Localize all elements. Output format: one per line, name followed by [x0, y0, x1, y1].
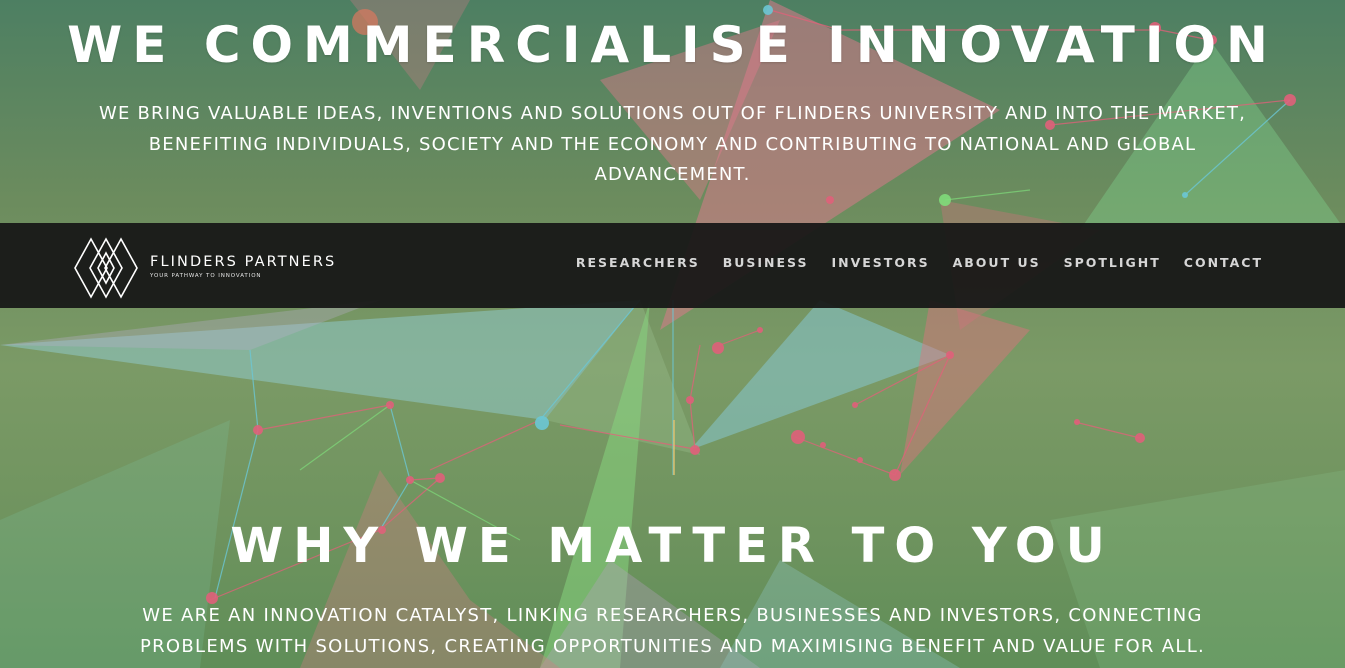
brand-name[interactable]: FLINDERS PARTNERS [150, 254, 336, 270]
diamond-lattice-logo-icon[interactable] [73, 237, 139, 299]
section-body: WE ARE AN INNOVATION CATALYST, LINKING R… [139, 605, 1206, 657]
nav-about-us[interactable]: ABOUT US [953, 255, 1041, 270]
nav-business[interactable]: BUSINESS [723, 255, 809, 270]
nav-investors[interactable]: INVESTORS [831, 255, 929, 270]
navbar: FLINDERS PARTNERS YOUR PATHWAY TO INNOVA… [0, 223, 1345, 308]
nav-spotlight[interactable]: SPOTLIGHT [1064, 255, 1161, 270]
hero-subtitle: WE BRING VALUABLE IDEAS, INVENTIONS AND … [98, 103, 1247, 185]
main-nav: RESEARCHERS BUSINESS INVESTORS ABOUT US … [576, 255, 1263, 270]
section-title: WHY WE MATTER TO YOU [230, 518, 1115, 574]
nav-researchers[interactable]: RESEARCHERS [576, 255, 700, 270]
hero-title: WE COMMERCIALISE INNOVATION [67, 16, 1278, 74]
brand-tagline: YOUR PATHWAY TO INNOVATION [150, 273, 262, 279]
nav-contact[interactable]: CONTACT [1184, 255, 1263, 270]
